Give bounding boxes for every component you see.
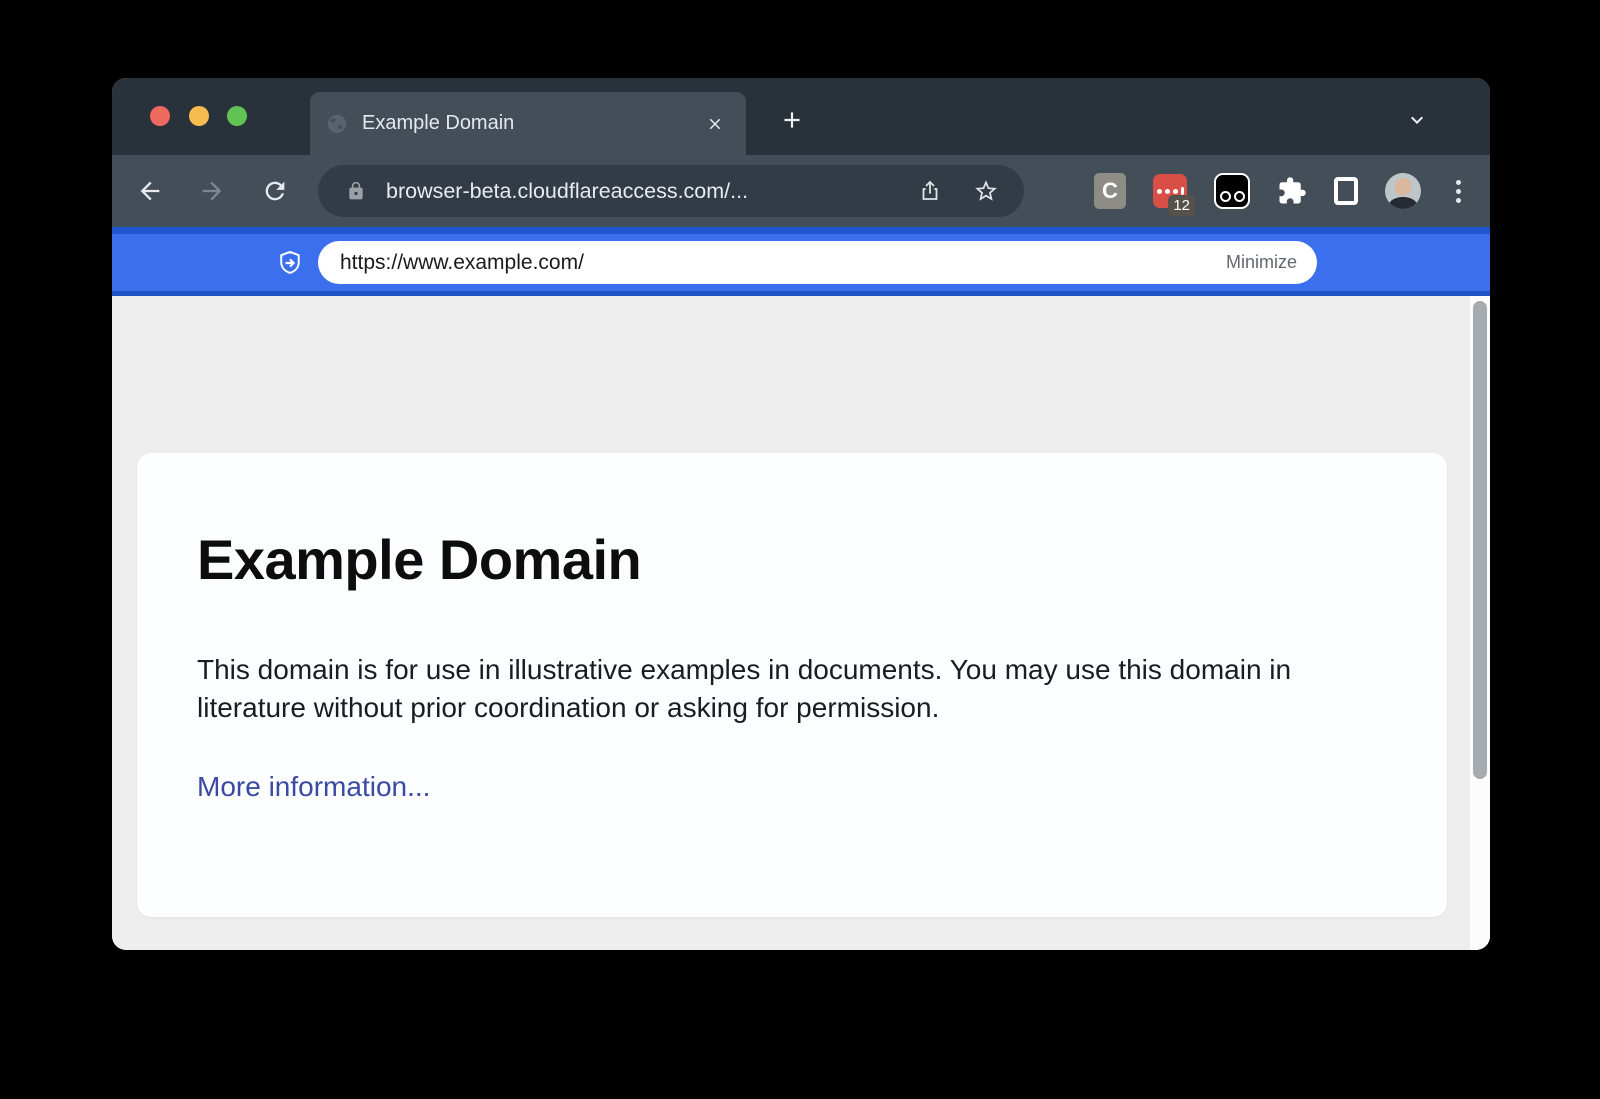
remote-url-input[interactable] — [338, 250, 1226, 276]
tab-example-domain[interactable]: Example Domain — [310, 92, 746, 155]
profile-avatar[interactable] — [1385, 173, 1421, 209]
toolbar-extensions-area: C 12 — [1094, 155, 1468, 227]
new-tab-button[interactable] — [774, 102, 810, 138]
browser-window: Example Domain — [112, 78, 1490, 950]
share-icon[interactable] — [914, 175, 946, 207]
forward-button[interactable] — [192, 171, 232, 211]
circle — [1220, 191, 1231, 202]
scrollbar-thumb[interactable] — [1473, 301, 1487, 779]
toolbar: browser-beta.cloudflareaccess.com/... C — [112, 155, 1490, 227]
extensions-puzzle-icon[interactable] — [1277, 176, 1307, 206]
titlebar[interactable]: Example Domain — [112, 78, 1490, 155]
reload-button[interactable] — [255, 171, 295, 211]
desktop-background: Example Domain — [0, 0, 1600, 1099]
extension-c-icon[interactable]: C — [1094, 173, 1126, 209]
bookmark-star-icon[interactable] — [970, 175, 1002, 207]
tab-title: Example Domain — [362, 112, 700, 135]
remote-browser-bar: Minimize — [112, 227, 1490, 296]
more-information-link[interactable]: More information... — [197, 771, 430, 803]
side-panel-icon[interactable] — [1334, 177, 1358, 205]
isolation-shield-icon — [276, 249, 304, 277]
example-domain-card: Example Domain This domain is for use in… — [137, 453, 1447, 917]
dot — [1173, 189, 1178, 194]
tab-close-icon[interactable] — [700, 109, 730, 139]
page-title: Example Domain — [197, 527, 641, 592]
scrollbar-track[interactable] — [1470, 296, 1490, 950]
minimize-button[interactable]: Minimize — [1226, 252, 1297, 273]
minimize-window-button[interactable] — [189, 106, 209, 126]
bar — [1181, 187, 1184, 195]
zoom-window-button[interactable] — [227, 106, 247, 126]
extension-badge-count: 12 — [1168, 195, 1195, 216]
dot — [1157, 189, 1162, 194]
extension-two-circles-icon[interactable] — [1214, 173, 1250, 209]
address-bar-url: browser-beta.cloudflareaccess.com/... — [386, 179, 748, 204]
circle — [1234, 191, 1245, 202]
chevron-down-icon[interactable] — [1399, 102, 1435, 138]
lock-icon[interactable] — [340, 175, 372, 207]
globe-favicon-icon — [326, 113, 348, 135]
back-button[interactable] — [130, 171, 170, 211]
address-bar[interactable]: browser-beta.cloudflareaccess.com/... — [318, 165, 1024, 217]
dot — [1165, 189, 1170, 194]
extension-password-manager-icon[interactable]: 12 — [1153, 174, 1187, 208]
browser-menu-icon[interactable] — [1448, 180, 1468, 203]
remote-url-bar[interactable]: Minimize — [318, 241, 1317, 284]
close-window-button[interactable] — [150, 106, 170, 126]
page-body-text: This domain is for use in illustrative e… — [197, 651, 1347, 727]
page-viewport: Example Domain This domain is for use in… — [112, 296, 1490, 950]
